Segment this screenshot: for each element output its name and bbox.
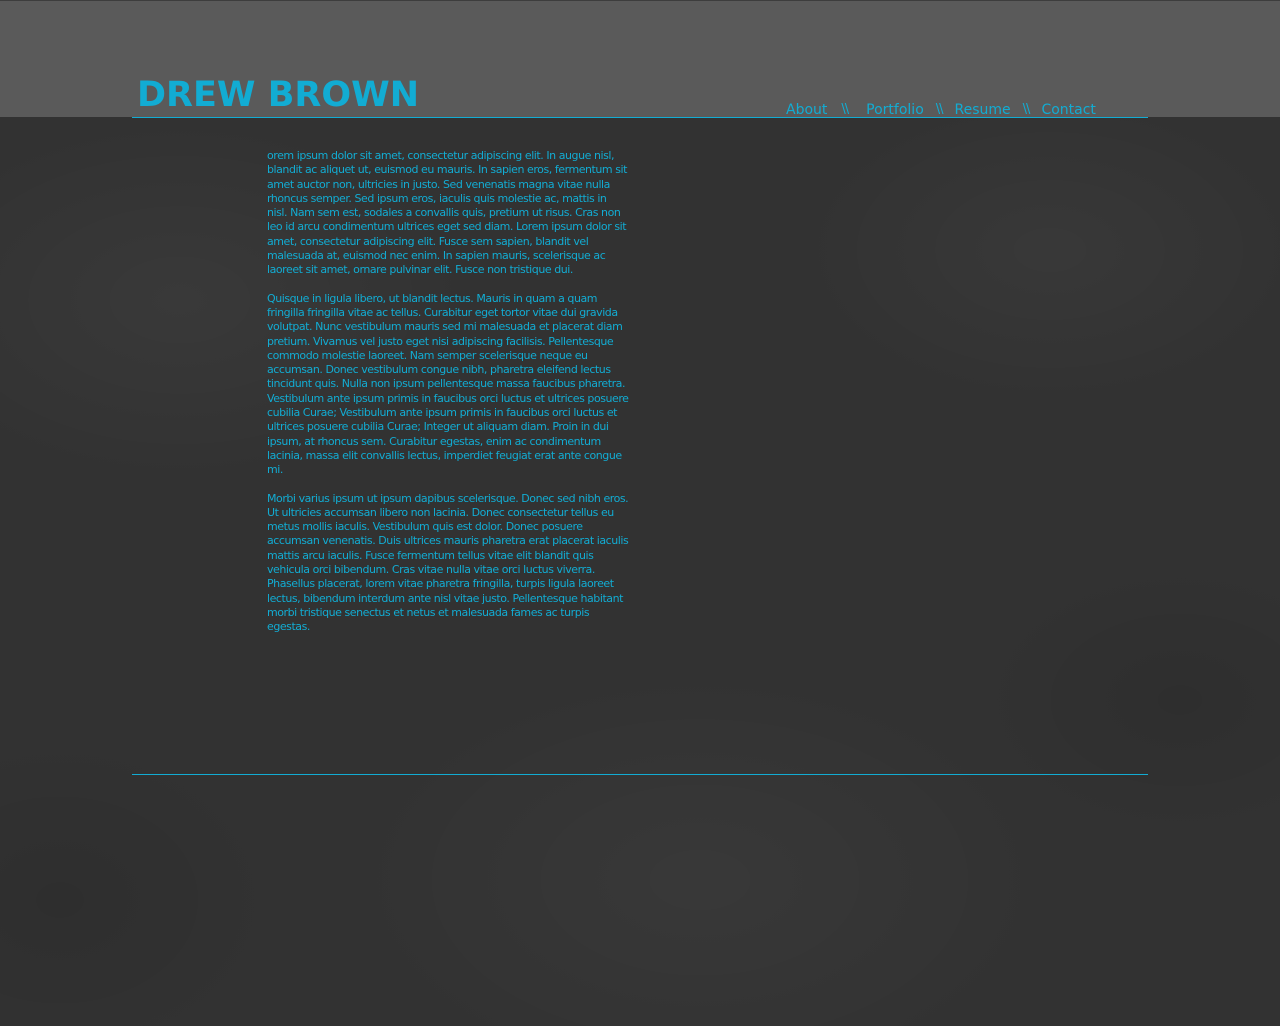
footer-divider xyxy=(132,774,1148,775)
header-divider xyxy=(132,117,1148,118)
site-title[interactable]: DREW BROWN xyxy=(137,74,419,116)
content-paragraph: Morbi varius ipsum ut ipsum dapibus scel… xyxy=(267,491,629,634)
main-content: orem ipsum dolor sit amet, consectetur a… xyxy=(267,149,629,649)
content-paragraph: Quisque in ligula libero, ut blandit lec… xyxy=(267,291,629,477)
content-paragraph: orem ipsum dolor sit amet, consectetur a… xyxy=(267,149,627,277)
